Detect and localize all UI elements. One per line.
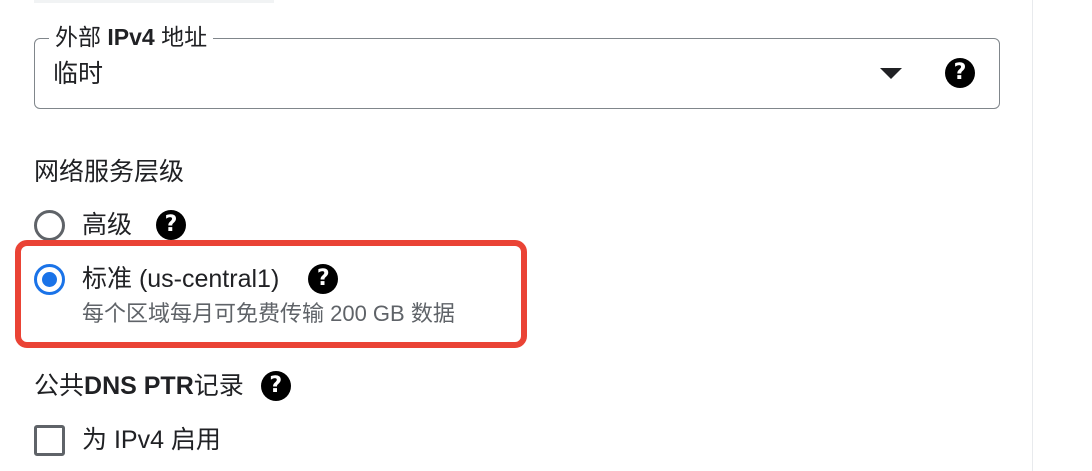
previous-section-edge <box>34 0 274 3</box>
dns-ptr-title-latin: DNS PTR <box>84 372 194 400</box>
dns-ptr-title: 公共 DNS PTR 记录 ? <box>34 369 291 403</box>
external-ipv4-label-prefix: 外部 <box>55 24 108 50</box>
panel-divider <box>1032 0 1033 471</box>
external-ipv4-label-suffix: 地址 <box>154 24 208 50</box>
external-ipv4-label: 外部 IPv4 地址 <box>49 22 214 52</box>
radio-label-standard: 标准 (us-central1) <box>82 265 280 293</box>
network-settings-panel: 外部 IPv4 地址 临时 ? 网络服务层级 高级 ? 标准 (us-centr… <box>0 0 1092 471</box>
radio-icon[interactable] <box>34 263 65 295</box>
help-icon[interactable]: ? <box>308 264 339 294</box>
external-ipv4-value: 临时 <box>53 60 104 88</box>
radio-option-standard[interactable]: 标准 (us-central1) ? <box>34 262 339 296</box>
external-ipv4-select[interactable]: 外部 IPv4 地址 临时 ? <box>34 22 1000 109</box>
chevron-down-icon[interactable] <box>880 68 902 79</box>
radio-icon[interactable] <box>34 209 65 241</box>
checkbox-icon[interactable] <box>34 424 65 456</box>
dns-ptr-title-prefix: 公共 <box>34 372 85 400</box>
external-ipv4-label-latin: IPv4 <box>107 24 155 50</box>
help-icon[interactable]: ? <box>156 210 187 240</box>
network-tier-title: 网络服务层级 <box>34 158 185 186</box>
radio-option-premium[interactable]: 高级 ? <box>34 208 187 242</box>
enable-ipv4-ptr-checkbox-row[interactable]: 为 IPv4 启用 <box>34 423 221 457</box>
standard-tier-description: 每个区域每月可免费传输 200 GB 数据 <box>82 301 455 326</box>
radio-label-premium: 高级 <box>82 211 133 239</box>
help-icon[interactable]: ? <box>260 371 291 401</box>
enable-ipv4-ptr-label: 为 IPv4 启用 <box>82 426 221 454</box>
help-icon[interactable]: ? <box>945 58 975 88</box>
dns-ptr-title-suffix: 记录 <box>193 372 244 400</box>
